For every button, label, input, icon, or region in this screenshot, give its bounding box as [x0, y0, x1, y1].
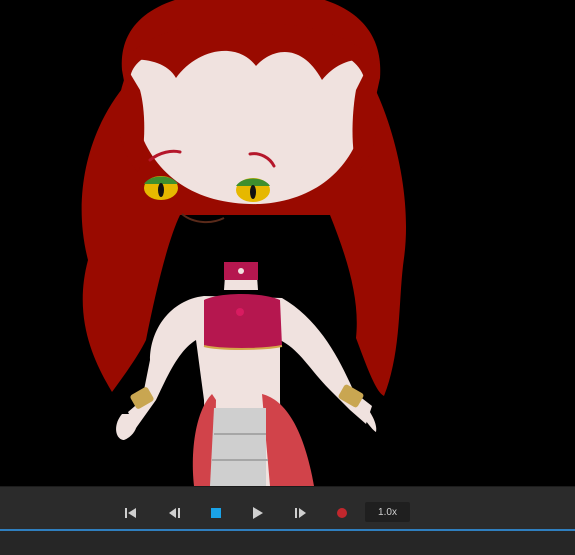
step-forward-button[interactable]	[289, 502, 311, 524]
step-back-button[interactable]	[164, 502, 186, 524]
skip-to-start-button[interactable]	[120, 502, 142, 524]
animation-canvas[interactable]	[0, 0, 575, 486]
record-icon	[337, 508, 347, 518]
hand-left	[116, 414, 138, 440]
skip-to-start-icon	[125, 508, 136, 518]
playback-speed-button[interactable]: 1.0x	[365, 502, 410, 522]
tail-fringe-right	[262, 394, 314, 486]
playback-controls-bar	[0, 486, 575, 530]
record-button[interactable]	[331, 502, 353, 524]
animation-player: 1.0x	[0, 0, 575, 555]
mouth	[181, 213, 225, 224]
stop-button[interactable]	[205, 502, 227, 524]
play-icon	[253, 507, 263, 519]
play-button[interactable]	[247, 502, 269, 524]
stop-icon	[211, 508, 221, 518]
timeline-area	[0, 531, 575, 555]
step-forward-icon	[295, 508, 306, 518]
tail	[210, 408, 266, 486]
character-illustration	[81, 0, 407, 486]
step-back-icon	[169, 508, 180, 518]
top-garment	[204, 294, 282, 349]
